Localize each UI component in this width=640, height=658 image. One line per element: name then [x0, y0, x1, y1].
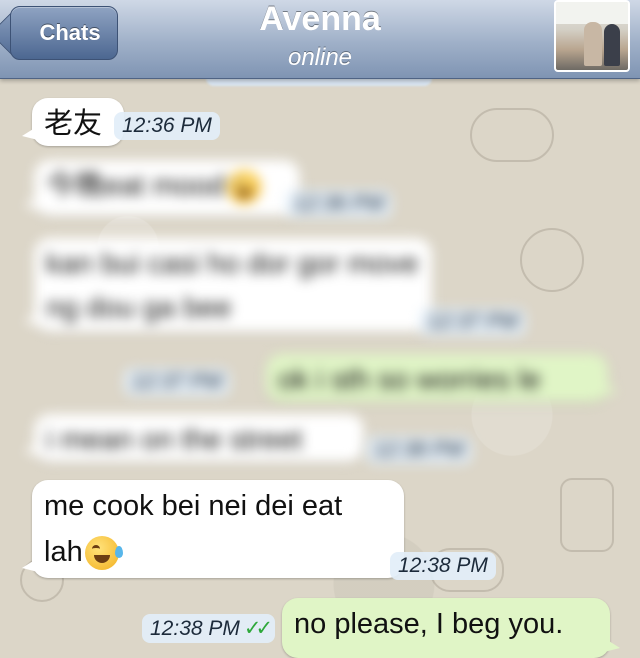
back-to-chats-button[interactable]: Chats	[10, 6, 118, 60]
double-check-icon: ✓✓	[243, 617, 273, 640]
message-text-line-2: lah	[44, 529, 392, 575]
message-timestamp: 12:38 PM	[390, 552, 496, 580]
message-text: ok i sth so worries le	[278, 364, 541, 396]
message-bubble-incoming[interactable]: kan bui casi ho dor gor move ng dou ga b…	[24, 238, 432, 332]
message-bubble-outgoing[interactable]: ok i sth so worries le	[266, 354, 618, 402]
message-timestamp: 12:36 PM	[286, 190, 392, 218]
contact-name[interactable]: Avenna	[180, 0, 460, 39]
message-text: kan bui casi ho dor gor move ng dou ga b…	[46, 248, 419, 324]
message-timestamp: 12:36 PM	[114, 112, 220, 140]
message-bubble-incoming[interactable]: i mean on the street	[24, 414, 364, 462]
chat-header: Chats Avenna online	[0, 0, 640, 79]
message-timestamp: 12:38 PM	[366, 436, 472, 464]
contact-status: online	[287, 44, 353, 71]
message-bubble-outgoing[interactable]: no please, I beg you.	[282, 598, 620, 658]
contact-avatar[interactable]	[554, 0, 630, 72]
back-button-label: Chats	[39, 20, 101, 45]
message-bubble-incoming[interactable]: me cook bei nei dei eat lah	[22, 480, 404, 578]
message-bubble-incoming[interactable]: 今晚eat mood	[24, 160, 300, 216]
message-bubble-incoming[interactable]: 老友	[22, 98, 124, 146]
message-timestamp: 12:37 PM	[124, 368, 230, 396]
message-text: i mean on the street	[46, 424, 303, 456]
message-timestamp: 12:37 PM	[420, 308, 526, 336]
message-text-line: me cook bei nei dei eat	[44, 490, 343, 522]
message-time: 12:38 PM	[150, 617, 240, 640]
tears-of-joy-emoji-icon	[84, 536, 123, 571]
message-timestamp: 12:38 PM ✓✓	[142, 614, 276, 643]
message-text: 今晚eat mood	[46, 170, 225, 202]
message-text: 老友	[44, 108, 103, 140]
emoji-icon	[226, 170, 261, 205]
message-text: no please, I beg you.	[294, 608, 564, 640]
